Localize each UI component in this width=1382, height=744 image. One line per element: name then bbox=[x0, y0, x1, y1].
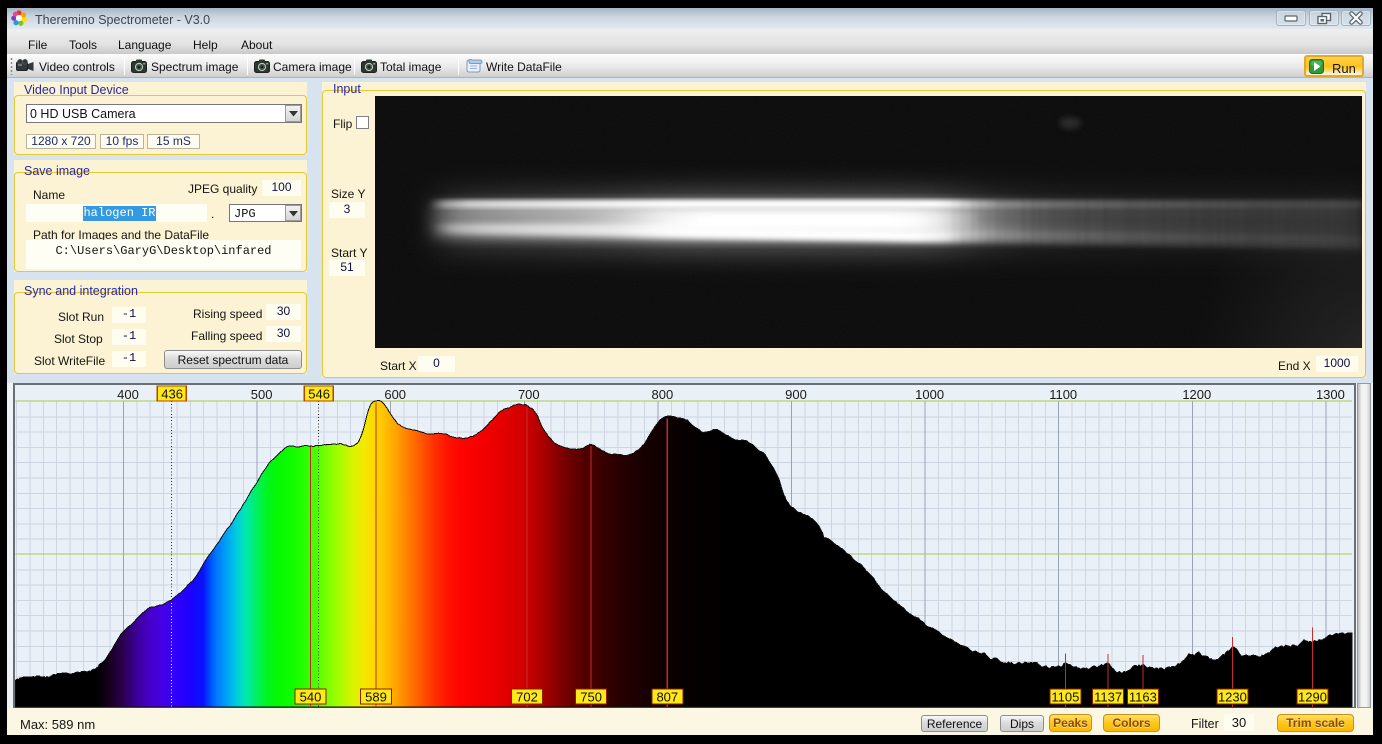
svg-text:702: 702 bbox=[516, 690, 538, 705]
svg-text:700: 700 bbox=[518, 387, 540, 402]
svg-text:750: 750 bbox=[580, 690, 602, 705]
svg-text:436: 436 bbox=[161, 387, 183, 402]
svg-text:1200: 1200 bbox=[1182, 387, 1211, 402]
svg-text:1290: 1290 bbox=[1298, 690, 1327, 705]
svg-text:807: 807 bbox=[656, 690, 678, 705]
svg-text:1137: 1137 bbox=[1094, 690, 1122, 705]
svg-text:1163: 1163 bbox=[1129, 690, 1157, 705]
svg-text:1230: 1230 bbox=[1218, 690, 1247, 705]
svg-text:800: 800 bbox=[652, 387, 674, 402]
svg-text:900: 900 bbox=[785, 387, 807, 402]
svg-text:1100: 1100 bbox=[1049, 387, 1077, 402]
svg-text:1300: 1300 bbox=[1316, 387, 1345, 402]
svg-text:540: 540 bbox=[300, 690, 322, 705]
svg-text:400: 400 bbox=[117, 387, 139, 402]
svg-text:1000: 1000 bbox=[915, 387, 944, 402]
svg-text:546: 546 bbox=[308, 387, 330, 402]
svg-text:600: 600 bbox=[384, 387, 406, 402]
svg-text:1105: 1105 bbox=[1051, 690, 1079, 705]
svg-text:589: 589 bbox=[365, 690, 387, 705]
svg-text:500: 500 bbox=[251, 387, 273, 402]
